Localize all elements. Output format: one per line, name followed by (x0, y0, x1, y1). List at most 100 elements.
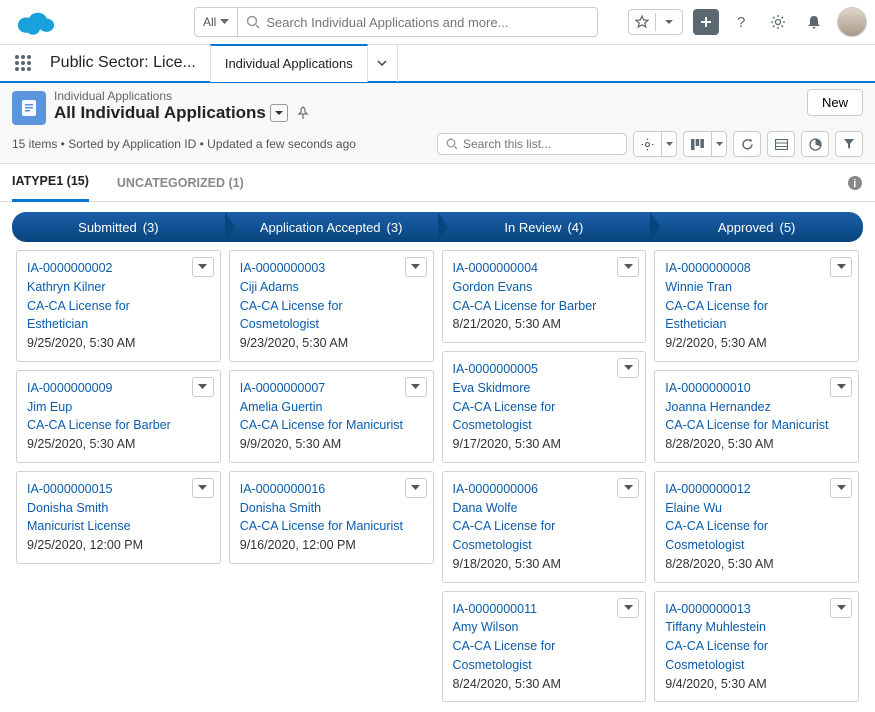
search-scope-selector[interactable]: All (194, 7, 238, 37)
tab-uncategorized[interactable]: UNCATEGORIZED (1) (117, 164, 244, 202)
global-create-button[interactable] (693, 9, 719, 35)
card-license-type[interactable]: CA-CA License for Cosmetologist (453, 398, 618, 436)
kanban-card[interactable]: IA-0000000009Jim EupCA-CA License for Ba… (16, 370, 221, 463)
kanban-card[interactable]: IA-0000000004Gordon EvansCA-CA License f… (442, 250, 647, 343)
kanban-card[interactable]: IA-0000000011Amy WilsonCA-CA License for… (442, 591, 647, 703)
chart-button[interactable] (801, 131, 829, 157)
card-menu-button[interactable] (405, 478, 427, 498)
kanban-card[interactable]: IA-0000000007Amelia GuertinCA-CA License… (229, 370, 434, 463)
list-view-switcher[interactable] (270, 104, 288, 122)
card-menu-button[interactable] (192, 377, 214, 397)
card-menu-button[interactable] (617, 358, 639, 378)
card-menu-button[interactable] (830, 478, 852, 498)
card-applicant-name[interactable]: Kathryn Kilner (27, 278, 192, 297)
card-license-type[interactable]: CA-CA License for Barber (453, 297, 618, 316)
card-applicant-name[interactable]: Winnie Tran (665, 278, 830, 297)
card-applicant-name[interactable]: Eva Skidmore (453, 379, 618, 398)
card-menu-button[interactable] (617, 478, 639, 498)
kanban-card[interactable]: IA-0000000003Ciji AdamsCA-CA License for… (229, 250, 434, 362)
card-menu-button[interactable] (405, 257, 427, 277)
info-button[interactable]: i (847, 175, 863, 191)
card-menu-button[interactable] (617, 257, 639, 277)
card-applicant-name[interactable]: Tiffany Muhlestein (665, 618, 830, 637)
card-menu-button[interactable] (830, 257, 852, 277)
card-applicant-name[interactable]: Gordon Evans (453, 278, 618, 297)
card-license-type[interactable]: CA-CA License for Cosmetologist (665, 637, 830, 675)
kanban-card[interactable]: IA-0000000002Kathryn KilnerCA-CA License… (16, 250, 221, 362)
card-menu-button[interactable] (830, 377, 852, 397)
kanban-card[interactable]: IA-0000000008Winnie TranCA-CA License fo… (654, 250, 859, 362)
card-id[interactable]: IA-0000000008 (665, 259, 830, 278)
card-applicant-name[interactable]: Ciji Adams (240, 278, 405, 297)
new-button[interactable]: New (807, 89, 863, 116)
card-license-type[interactable]: CA-CA License for Cosmetologist (240, 297, 405, 335)
card-menu-button[interactable] (830, 598, 852, 618)
card-id[interactable]: IA-0000000002 (27, 259, 192, 278)
card-license-type[interactable]: CA-CA License for Esthetician (665, 297, 830, 335)
kanban-card[interactable]: IA-0000000006Dana WolfeCA-CA License for… (442, 471, 647, 583)
card-menu-button[interactable] (405, 377, 427, 397)
card-applicant-name[interactable]: Jim Eup (27, 398, 192, 417)
list-controls-button[interactable] (633, 131, 661, 157)
card-license-type[interactable]: Manicurist License (27, 517, 192, 536)
list-controls-dropdown[interactable] (661, 131, 677, 157)
card-license-type[interactable]: CA-CA License for Cosmetologist (453, 517, 618, 555)
pin-button[interactable] (296, 106, 310, 120)
tab-iatype1[interactable]: IATYPE1 (15) (12, 164, 89, 202)
nav-tab-dropdown[interactable] (368, 44, 398, 82)
card-id[interactable]: IA-0000000006 (453, 480, 618, 499)
edit-inline-button[interactable] (767, 131, 795, 157)
kanban-column-accepted: Application Accepted(3) IA-0000000003Cij… (225, 212, 438, 702)
global-search-input[interactable] (266, 15, 589, 30)
card-id[interactable]: IA-0000000011 (453, 600, 618, 619)
card-menu-button[interactable] (192, 478, 214, 498)
card-license-type[interactable]: CA-CA License for Manicurist (665, 416, 830, 435)
kanban-card[interactable]: IA-0000000010Joanna HernandezCA-CA Licen… (654, 370, 859, 463)
nav-tab-individual-applications[interactable]: Individual Applications (210, 44, 368, 82)
card-id[interactable]: IA-0000000005 (453, 360, 618, 379)
global-search[interactable] (238, 7, 598, 37)
card-license-type[interactable]: CA-CA License for Cosmetologist (453, 637, 618, 675)
favorite-button[interactable] (629, 9, 655, 35)
display-as-dropdown[interactable] (711, 131, 727, 157)
card-license-type[interactable]: CA-CA License for Cosmetologist (665, 517, 830, 555)
card-license-type[interactable]: CA-CA License for Esthetician (27, 297, 192, 335)
card-id[interactable]: IA-0000000015 (27, 480, 192, 499)
card-applicant-name[interactable]: Elaine Wu (665, 499, 830, 518)
refresh-button[interactable] (733, 131, 761, 157)
card-applicant-name[interactable]: Dana Wolfe (453, 499, 618, 518)
card-license-type[interactable]: CA-CA License for Manicurist (240, 517, 405, 536)
kanban-card[interactable]: IA-0000000012Elaine WuCA-CA License for … (654, 471, 859, 583)
list-search[interactable] (437, 133, 627, 155)
card-applicant-name[interactable]: Donisha Smith (27, 499, 192, 518)
list-search-input[interactable] (463, 137, 618, 151)
notifications-button[interactable] (801, 9, 827, 35)
card-applicant-name[interactable]: Joanna Hernandez (665, 398, 830, 417)
card-id[interactable]: IA-0000000013 (665, 600, 830, 619)
card-applicant-name[interactable]: Amy Wilson (453, 618, 618, 637)
kanban-card[interactable]: IA-0000000013Tiffany MuhlesteinCA-CA Lic… (654, 591, 859, 703)
kanban-card[interactable]: IA-0000000015Donisha SmithManicurist Lic… (16, 471, 221, 564)
card-applicant-name[interactable]: Donisha Smith (240, 499, 405, 518)
user-avatar[interactable] (837, 7, 867, 37)
card-id[interactable]: IA-0000000004 (453, 259, 618, 278)
kanban-card[interactable]: IA-0000000016Donisha SmithCA-CA License … (229, 471, 434, 564)
card-menu-button[interactable] (192, 257, 214, 277)
help-button[interactable]: ? (729, 9, 755, 35)
setup-button[interactable] (765, 9, 791, 35)
card-license-type[interactable]: CA-CA License for Manicurist (240, 416, 405, 435)
display-as-button[interactable] (683, 131, 711, 157)
card-id[interactable]: IA-0000000007 (240, 379, 405, 398)
kanban-card[interactable]: IA-0000000005Eva SkidmoreCA-CA License f… (442, 351, 647, 463)
favorites-dropdown[interactable] (656, 9, 682, 35)
card-id[interactable]: IA-0000000012 (665, 480, 830, 499)
card-license-type[interactable]: CA-CA License for Barber (27, 416, 192, 435)
card-id[interactable]: IA-0000000009 (27, 379, 192, 398)
card-id[interactable]: IA-0000000003 (240, 259, 405, 278)
card-menu-button[interactable] (617, 598, 639, 618)
filter-button[interactable] (835, 131, 863, 157)
card-id[interactable]: IA-0000000010 (665, 379, 830, 398)
card-applicant-name[interactable]: Amelia Guertin (240, 398, 405, 417)
app-launcher[interactable] (8, 48, 38, 78)
card-id[interactable]: IA-0000000016 (240, 480, 405, 499)
